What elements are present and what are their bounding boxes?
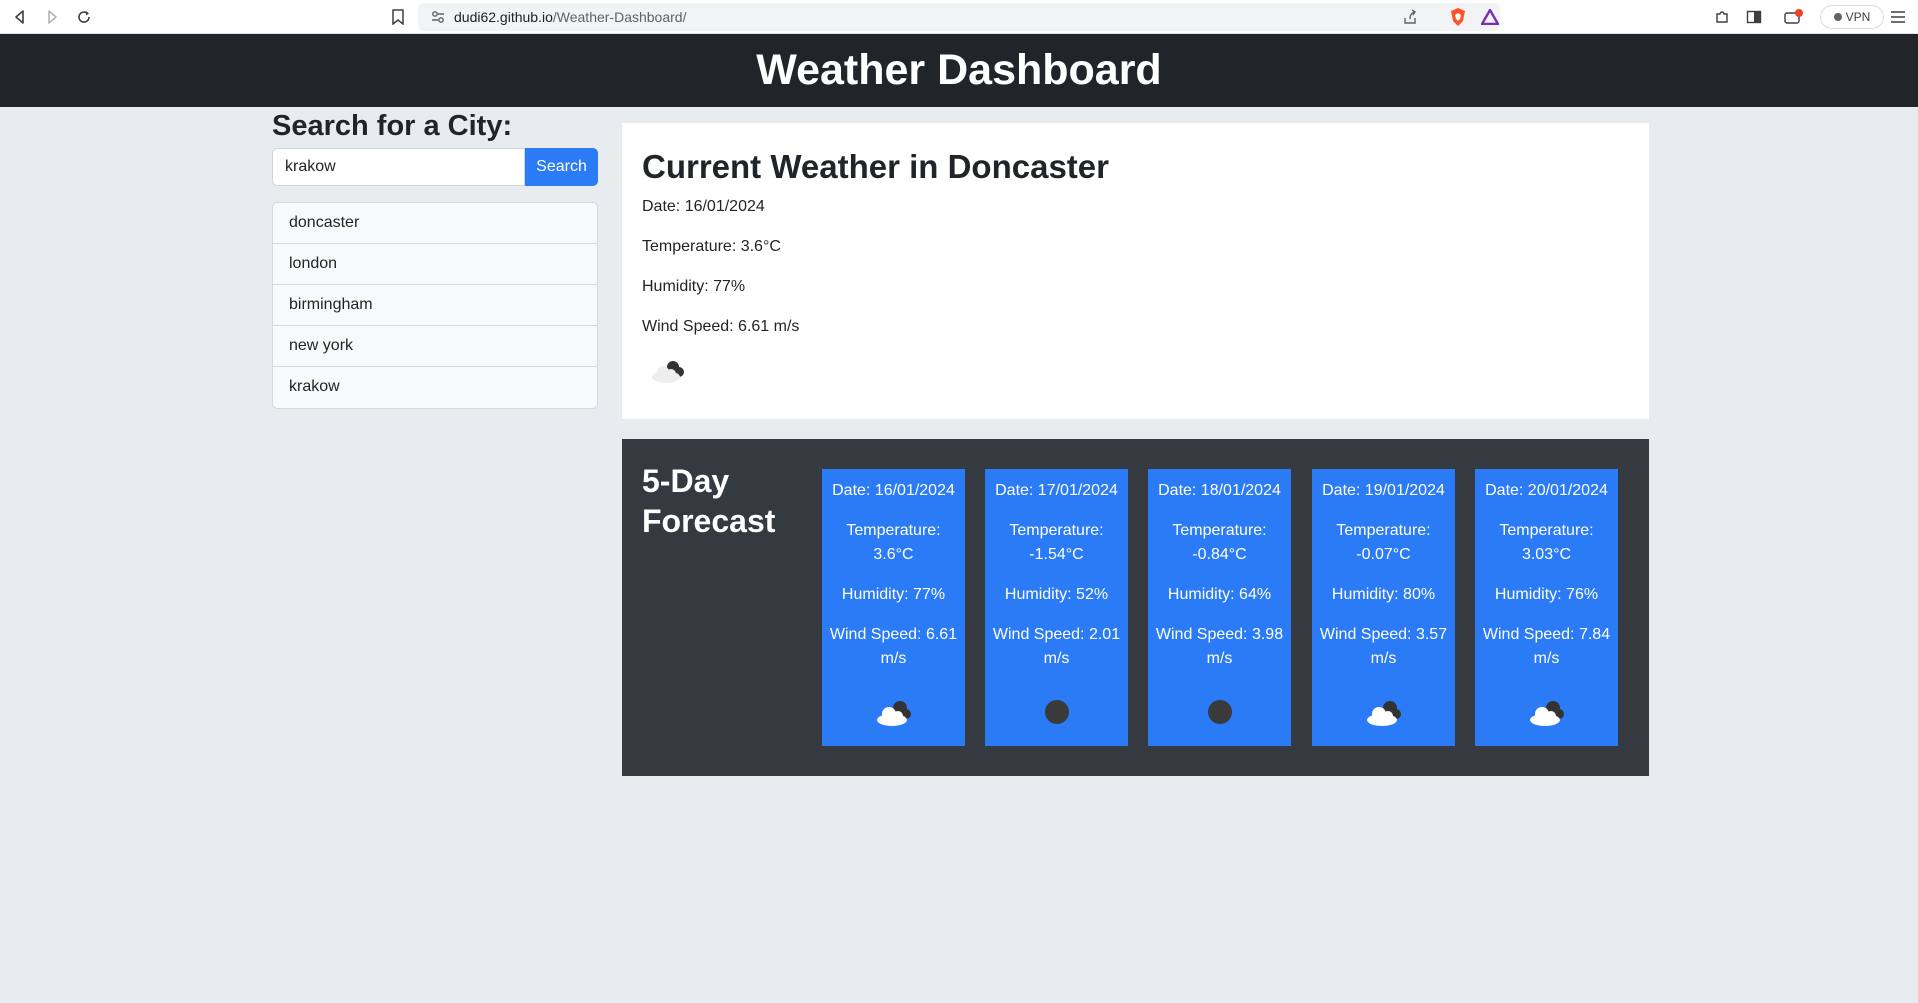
forecast-humidity: Humidity: 77% [841,586,946,603]
clear-night-icon [1198,694,1242,730]
forecast-wind-speed: Wind Speed: 6.61 m/s [829,626,958,667]
history-item-doncaster[interactable]: doncaster [273,203,597,244]
forecast-card-day-2: Date: 17/01/2024 Temperature: -1.54°C Hu… [985,469,1128,746]
forecast-temperature: Temperature: -0.07°C [1336,522,1431,563]
vpn-button[interactable]: VPN [1820,5,1884,29]
forecast-wind-speed: Wind Speed: 7.84 m/s [1482,626,1611,667]
brave-shield-icon[interactable] [1448,7,1468,27]
current-date: Date: 16/01/2024 [642,198,765,215]
browser-toolbar: dudi62.github.io/Weather-Dashboard/ VPN [0,0,1918,34]
address-bar[interactable]: dudi62.github.io/Weather-Dashboard/ [418,3,1500,31]
forecast-wind-speed: Wind Speed: 3.98 m/s [1155,626,1284,667]
wallet-icon[interactable] [1784,7,1804,27]
forecast-card-day-1: Date: 16/01/2024 Temperature: 3.6°C Humi… [822,469,965,746]
history-item-krakow[interactable]: krakow [273,367,597,408]
back-icon[interactable] [8,5,32,29]
history-item-birmingham[interactable]: birmingham [273,285,597,326]
history-item-new-york[interactable]: new york [273,326,597,367]
bookmark-icon[interactable] [386,5,410,29]
forecast-humidity: Humidity: 76% [1494,586,1599,603]
current-weather-title: Current Weather in Doncaster [642,148,1109,185]
reload-icon[interactable] [72,5,96,29]
search-form: Search [272,148,598,186]
broken-clouds-icon [1525,694,1569,730]
forward-icon[interactable] [40,5,64,29]
forecast-date: Date: 16/01/2024 [832,482,955,499]
vpn-label: VPN [1845,10,1871,24]
current-humidity: Humidity: 77% [642,278,746,295]
menu-icon[interactable] [1888,7,1908,27]
forecast-date: Date: 19/01/2024 [1322,482,1445,499]
search-heading: Search for a City: [272,110,513,142]
forecast-date: Date: 20/01/2024 [1485,482,1608,499]
broken-clouds-icon [1362,694,1406,730]
forecast-temperature: Temperature: 3.6°C [846,522,941,563]
forecast-temperature: Temperature: 3.03°C [1499,522,1594,563]
clear-night-icon [1035,694,1079,730]
forecast-temperature: Temperature: -1.54°C [1009,522,1104,563]
site-settings-icon[interactable] [428,7,448,27]
forecast-card-day-3: Date: 18/01/2024 Temperature: -0.84°C Hu… [1148,469,1291,746]
forecast-card-day-5: Date: 20/01/2024 Temperature: 3.03°C Hum… [1475,469,1618,746]
brave-rewards-icon[interactable] [1480,7,1500,27]
forecast-wind-speed: Wind Speed: 2.01 m/s [992,626,1121,667]
forecast-date: Date: 18/01/2024 [1158,482,1281,499]
forecast-humidity: Humidity: 64% [1167,586,1272,603]
forecast-temperature: Temperature: -0.84°C [1172,522,1267,563]
search-button[interactable]: Search [525,148,598,186]
share-icon[interactable] [1400,7,1420,27]
search-history-list: doncaster london birmingham new york kra… [272,202,598,409]
vpn-status-icon [1833,13,1842,21]
current-wind-speed: Wind Speed: 6.61 m/s [642,318,800,335]
url-text: dudi62.github.io/Weather-Dashboard/ [454,9,687,25]
broken-clouds-icon [872,694,916,730]
current-weather-card: Current Weather in Doncaster Date: 16/01… [622,123,1649,419]
forecast-humidity: Humidity: 80% [1331,586,1436,603]
broken-clouds-icon [648,358,698,398]
forecast-heading: 5-Day Forecast [642,463,776,539]
extensions-icon[interactable] [1712,7,1732,27]
forecast-wind-speed: Wind Speed: 3.57 m/s [1319,626,1448,667]
history-item-london[interactable]: london [273,244,597,285]
forecast-panel: 5-Day Forecast Date: 16/01/2024 Temperat… [622,439,1649,776]
forecast-humidity: Humidity: 52% [1004,586,1109,603]
page-title: Weather Dashboard [756,46,1162,94]
forecast-date: Date: 17/01/2024 [995,482,1118,499]
current-temperature: Temperature: 3.6°C [642,238,781,255]
search-sidebar: Search for a City: Search doncaster lond… [272,110,598,409]
city-search-input[interactable] [272,148,525,186]
site-header: Weather Dashboard [0,34,1918,107]
forecast-card-day-4: Date: 19/01/2024 Temperature: -0.07°C Hu… [1312,469,1455,746]
sidebar-toggle-icon[interactable] [1744,7,1764,27]
